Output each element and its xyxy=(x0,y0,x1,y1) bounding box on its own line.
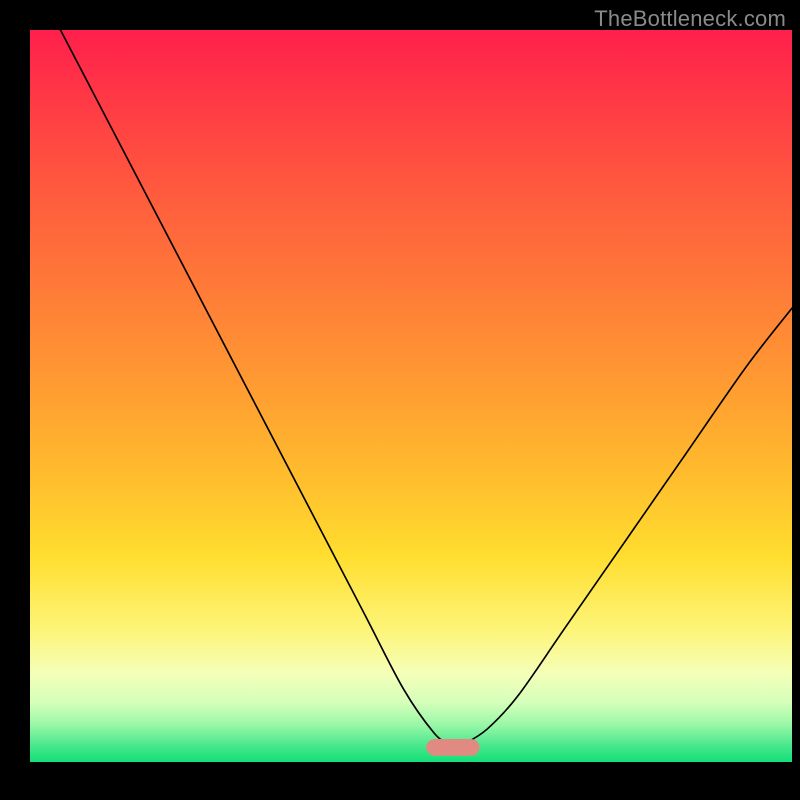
plot-area xyxy=(30,30,792,762)
chart-frame: TheBottleneck.com xyxy=(0,0,800,800)
plot-svg xyxy=(30,30,792,762)
gradient-background xyxy=(30,30,792,762)
optimum-marker xyxy=(426,739,479,756)
watermark-text: TheBottleneck.com xyxy=(594,6,786,32)
